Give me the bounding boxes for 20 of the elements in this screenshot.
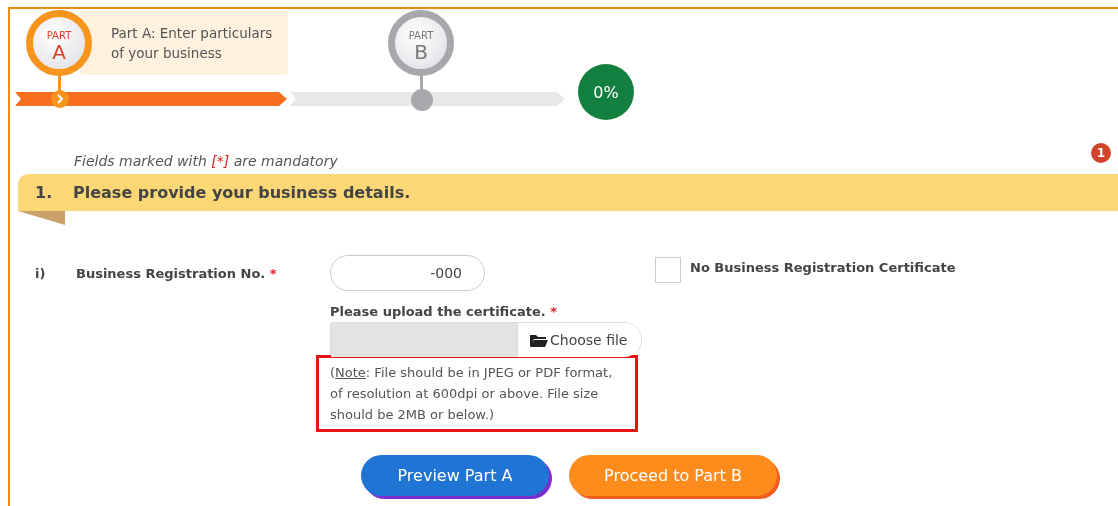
checkbox[interactable] [655, 257, 681, 283]
field-label: Business Registration No. * [76, 265, 278, 281]
field-index: i) [35, 265, 47, 281]
preview-button[interactable]: Preview Part A [361, 455, 549, 496]
mandatory-note: Fields marked with [*] are mandatory [74, 153, 339, 171]
folder-icon [530, 333, 548, 347]
file-input[interactable]: Choose file [330, 322, 642, 358]
checkbox-label: No Business Registration Certificate [690, 260, 956, 275]
section-number: 1. [35, 183, 54, 202]
proceed-button[interactable]: Proceed to Part B [569, 455, 777, 496]
progress-percentage: 0% [578, 64, 634, 120]
registration-number-field[interactable]: -000 [330, 255, 485, 291]
step-description: Part A: Enter particulars of your business [80, 11, 288, 75]
upload-label: Please upload the certificate. * [330, 304, 559, 319]
notification-badge: 1 [1091, 143, 1111, 163]
section-title: Please provide your business details. [73, 183, 411, 202]
step-node[interactable]: PART A [26, 10, 92, 76]
step-node[interactable]: PART B [388, 10, 454, 76]
file-requirements-note: (Note: File should be in JPEG or PDF format, of resolution at 600dpi or above. File size should be 2MB or below.) [316, 355, 638, 432]
choose-file-button[interactable]: Choose file [517, 323, 641, 357]
